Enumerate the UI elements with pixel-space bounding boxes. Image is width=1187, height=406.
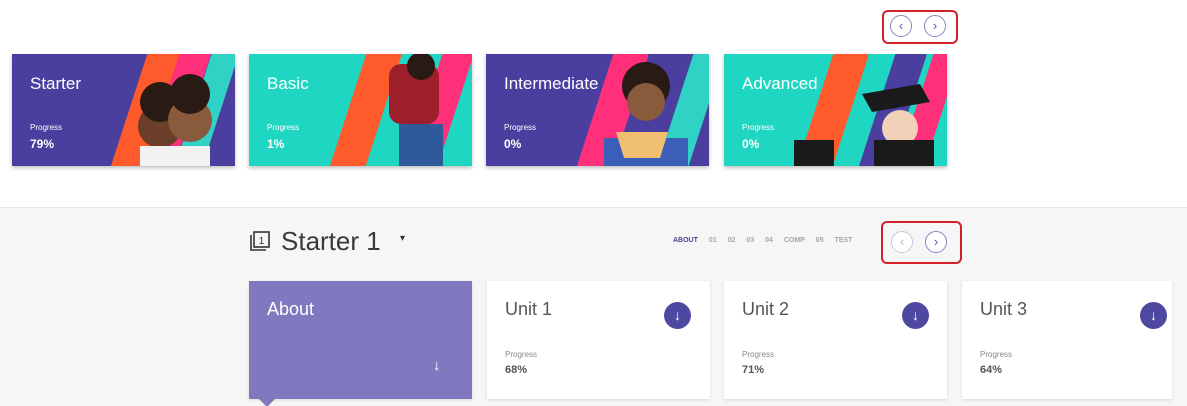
progress-label: Progress xyxy=(267,123,300,132)
progress-value: 1% xyxy=(267,137,285,151)
carousel-next-button[interactable]: › xyxy=(924,15,946,37)
progress-label: Progress xyxy=(505,350,538,359)
progress-value: 0% xyxy=(742,137,760,151)
page: ‹ › Starter Progress 79% Basic Progress … xyxy=(0,0,1187,406)
unit-prev-button[interactable]: ‹ xyxy=(891,231,913,253)
chevron-left-icon: ‹ xyxy=(899,234,905,249)
arrow-down-icon: ↓ xyxy=(1150,307,1157,323)
level-title: Advanced xyxy=(742,74,818,93)
progress-value: 71% xyxy=(742,364,765,376)
arrow-down-icon[interactable]: ↓ xyxy=(433,357,441,374)
selection-pointer xyxy=(259,399,275,406)
tab-comp[interactable]: COMP xyxy=(784,237,805,244)
chevron-right-icon: › xyxy=(932,18,938,33)
unit-card-about[interactable]: About ↓ xyxy=(249,281,472,406)
carousel-prev-button[interactable]: ‹ xyxy=(890,15,912,37)
progress-value: 0% xyxy=(504,137,522,151)
tab-test[interactable]: TEST xyxy=(835,237,853,244)
download-button[interactable]: ↓ xyxy=(902,302,929,329)
unit-title: Unit 2 xyxy=(742,299,790,319)
unit-card-2[interactable]: Unit 2 ↓ Progress 71% xyxy=(724,281,947,399)
progress-label: Progress xyxy=(980,350,1013,359)
unit-title: Unit 1 xyxy=(505,299,553,319)
course-dropdown-icon[interactable]: ▾ xyxy=(400,233,405,244)
chevron-left-icon: ‹ xyxy=(898,18,904,33)
progress-value: 79% xyxy=(30,137,55,151)
tab-about[interactable]: ABOUT xyxy=(673,237,698,244)
course-title: Starter 1 xyxy=(281,226,381,256)
tab-05[interactable]: 05 xyxy=(816,237,824,244)
tab-04[interactable]: 04 xyxy=(765,237,773,244)
level-card-intermediate[interactable]: Intermediate Progress 0% xyxy=(486,54,709,166)
progress-label: Progress xyxy=(742,123,775,132)
book-icon-number: 1 xyxy=(259,236,265,247)
tab-03[interactable]: 03 xyxy=(746,237,754,244)
arrow-down-icon: ↓ xyxy=(674,307,681,323)
progress-value: 64% xyxy=(980,364,1003,376)
unit-next-button[interactable]: › xyxy=(925,231,947,253)
progress-label: Progress xyxy=(742,350,775,359)
unit-card-3[interactable]: Unit 3 ↓ Progress 64% xyxy=(962,281,1172,399)
progress-label: Progress xyxy=(30,123,63,132)
unit-tabs: ABOUT 01 02 03 04 COMP 05 TEST xyxy=(673,237,861,244)
unit-title: About xyxy=(267,299,315,319)
chevron-right-icon: › xyxy=(933,234,939,249)
book-icon: 1 xyxy=(250,231,270,251)
level-card-starter[interactable]: Starter Progress 79% xyxy=(12,54,235,166)
level-title: Starter xyxy=(30,74,82,93)
level-card-basic[interactable]: Basic Progress 1% xyxy=(249,54,472,166)
level-title: Intermediate xyxy=(504,74,599,93)
arrow-down-icon: ↓ xyxy=(912,307,919,323)
progress-value: 68% xyxy=(505,364,528,376)
course-section: 1 Starter 1 ▾ ABOUT 01 02 03 04 COMP 05 … xyxy=(0,207,1187,406)
download-button[interactable]: ↓ xyxy=(1140,302,1167,329)
tab-02[interactable]: 02 xyxy=(728,237,736,244)
unit-title: Unit 3 xyxy=(980,299,1028,319)
tab-01[interactable]: 01 xyxy=(709,237,717,244)
progress-label: Progress xyxy=(504,123,537,132)
download-button[interactable]: ↓ xyxy=(664,302,691,329)
level-card-advanced[interactable]: Advanced Progress 0% xyxy=(724,54,947,166)
level-title: Basic xyxy=(267,74,309,93)
unit-card-1[interactable]: Unit 1 ↓ Progress 68% xyxy=(487,281,710,399)
